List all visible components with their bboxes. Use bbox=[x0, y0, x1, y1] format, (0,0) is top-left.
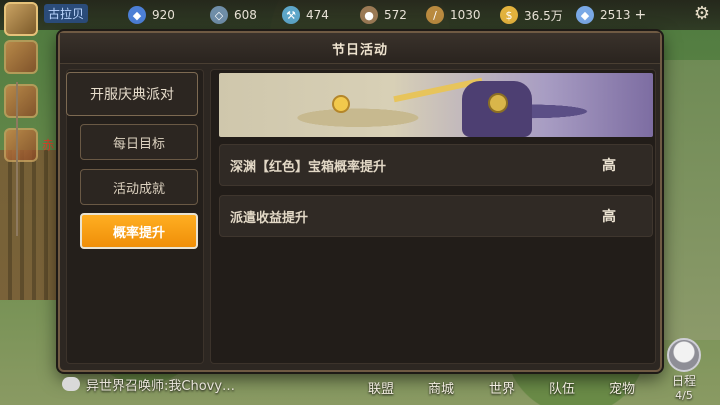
side-label: 赤 bbox=[42, 138, 55, 152]
pickaxe-icon: ⚒ bbox=[282, 6, 300, 24]
modal-title-bar: 节日活动 bbox=[60, 33, 660, 64]
background-fence bbox=[0, 150, 60, 300]
boost-value: 高 bbox=[602, 158, 616, 174]
boost-label: 深渊【红色】宝箱概率提升 bbox=[230, 159, 387, 175]
bottom-nav-alliance[interactable]: 联盟 bbox=[368, 378, 394, 397]
side-activity-icon[interactable] bbox=[4, 128, 38, 162]
ore-icon: ● bbox=[360, 6, 378, 24]
resource-pickaxe: ⚒ 474 bbox=[282, 5, 329, 25]
schedule-button[interactable]: 日程 4/5 bbox=[662, 338, 706, 402]
side-activity-icon[interactable] bbox=[4, 84, 38, 118]
resource-crystal: ◇ 608 bbox=[210, 5, 257, 25]
chat-text: 异世界召唤师:我Chovy… bbox=[86, 378, 236, 394]
gold-coin-icon: $ bbox=[500, 6, 518, 24]
bottom-nav-team[interactable]: 队伍 bbox=[549, 378, 575, 397]
schedule-count: 4/5 bbox=[675, 389, 693, 402]
schedule-label: 日程 bbox=[671, 374, 696, 388]
chat-bubble-icon bbox=[62, 377, 80, 391]
gem-blue-icon: ◆ bbox=[128, 6, 146, 24]
nav-item-event-achievements[interactable]: 活动成就 bbox=[80, 169, 198, 205]
boost-row: 深渊【红色】宝箱概率提升 高 bbox=[219, 144, 653, 186]
add-diamond-icon[interactable]: + bbox=[635, 8, 647, 22]
resource-value: 36.5万 bbox=[524, 8, 563, 23]
gear-icon[interactable]: ⚙ bbox=[692, 4, 712, 24]
chat-preview[interactable]: 异世界召唤师:我Chovy… bbox=[62, 374, 235, 394]
nav-item-opening-party[interactable]: 开服庆典派对 bbox=[66, 72, 198, 116]
background-path bbox=[660, 60, 720, 340]
resource-diamond: ◆ 2513 + bbox=[576, 5, 647, 25]
bottom-nav-pet[interactable]: 宠物 bbox=[609, 378, 635, 397]
event-banner-image bbox=[219, 73, 653, 137]
bottom-nav-shop[interactable]: 商城 bbox=[428, 378, 454, 397]
diamond-icon: ◆ bbox=[576, 6, 594, 24]
resource-bar: 古拉贝 ◆ 920 ◇ 608 ⚒ 474 ● 572 / 1030 $ 36.… bbox=[0, 0, 720, 36]
resource-gold: $ 36.5万 bbox=[500, 5, 563, 25]
resource-wood: / 1030 bbox=[426, 5, 481, 25]
resource-value: 1030 bbox=[450, 8, 481, 22]
resource-value: 2513 bbox=[600, 8, 631, 22]
player-name: 古拉贝 bbox=[44, 4, 89, 23]
boost-value: 高 bbox=[602, 209, 616, 225]
wood-icon: / bbox=[426, 6, 444, 24]
nav-tree-line bbox=[16, 82, 18, 236]
banner-gem bbox=[488, 93, 509, 113]
modal-title: 节日活动 bbox=[331, 42, 388, 58]
boost-label: 派遣收益提升 bbox=[230, 210, 309, 226]
resource-value: 608 bbox=[234, 8, 257, 22]
nav-item-probability-boost[interactable]: 概率提升 bbox=[80, 213, 198, 249]
banner-orb bbox=[331, 95, 350, 113]
resource-value: 572 bbox=[384, 8, 407, 22]
nav-item-daily-goals[interactable]: 每日目标 bbox=[80, 124, 198, 160]
side-activity-icon[interactable] bbox=[4, 40, 38, 74]
resource-ore: ● 572 bbox=[360, 5, 407, 25]
crystal-icon: ◇ bbox=[210, 6, 228, 24]
player-avatar[interactable] bbox=[4, 2, 38, 36]
resource-value: 920 bbox=[152, 8, 175, 22]
resource-value: 474 bbox=[306, 8, 329, 22]
schedule-avatar-icon bbox=[667, 338, 701, 372]
boost-row: 派遣收益提升 高 bbox=[219, 195, 653, 237]
bottom-nav-world[interactable]: 世界 bbox=[489, 378, 515, 397]
resource-gem-blue: ◆ 920 bbox=[128, 5, 175, 25]
